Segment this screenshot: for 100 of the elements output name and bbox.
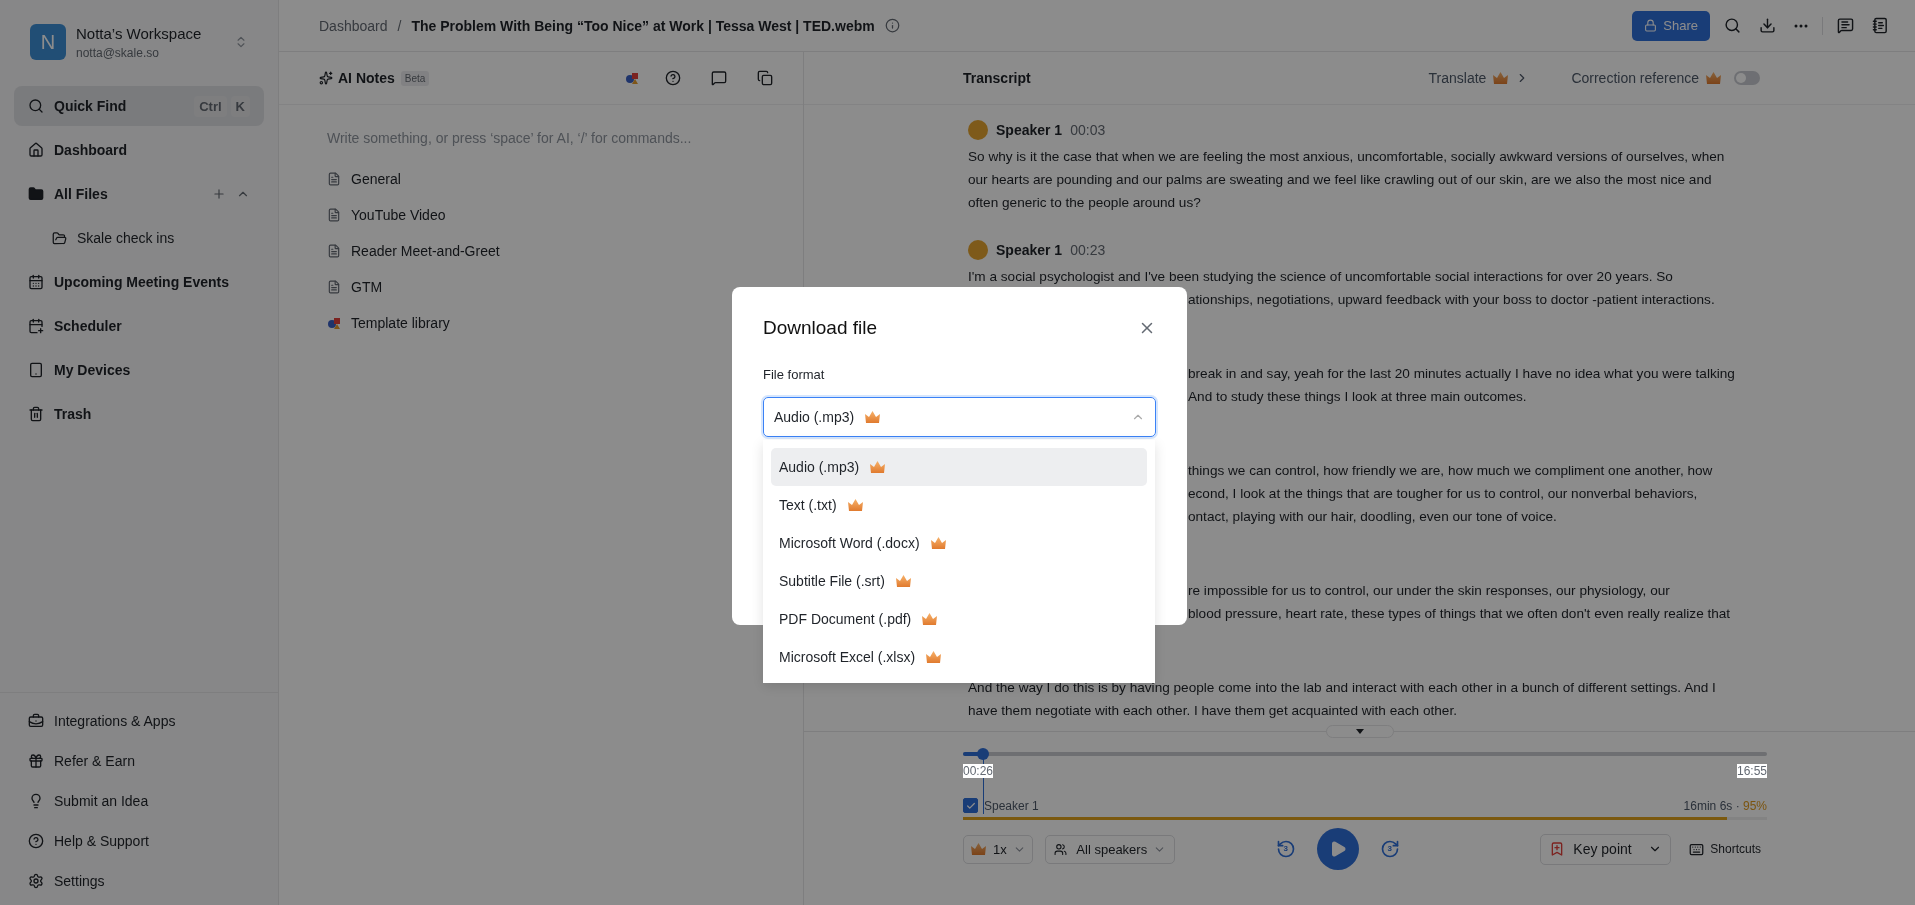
info-icon[interactable] bbox=[884, 18, 900, 33]
nav-item[interactable]: Integrations & Apps bbox=[14, 701, 264, 741]
template-item[interactable]: GTM bbox=[279, 269, 803, 305]
nav-label: Upcoming Meeting Events bbox=[54, 274, 230, 290]
format-option[interactable]: Microsoft Word (.docx) bbox=[771, 524, 1147, 562]
nav-label: Submit an Idea bbox=[54, 793, 149, 809]
notes-title: AI Notes bbox=[338, 70, 395, 86]
transcript-text: ontact, playing with our hair, doodling, even our tone of voice. bbox=[1188, 509, 1557, 524]
nav-item[interactable]: All Files bbox=[14, 174, 264, 214]
transcript-text: have them negotiate with each other. I have them get acquainted with each other. bbox=[968, 703, 1457, 718]
transcript-text: And the way I do this is by having people come into the lab and interact with each other in a bunch of different settings. And I bbox=[968, 680, 1716, 695]
nav-item[interactable]: Help & Support bbox=[14, 821, 264, 861]
document-icon bbox=[327, 172, 341, 186]
correction-label: Correction reference bbox=[1571, 70, 1699, 86]
quick-find-item[interactable]: Quick Find Ctrl K bbox=[14, 86, 264, 126]
document-icon bbox=[327, 280, 341, 294]
gift-icon bbox=[28, 753, 44, 769]
crown-icon bbox=[864, 410, 882, 424]
search-icon bbox=[28, 98, 44, 114]
workspace-avatar: N bbox=[30, 24, 66, 60]
timestamp[interactable]: 00:23 bbox=[1070, 242, 1106, 258]
comment-icon bbox=[1837, 17, 1854, 34]
breadcrumb-link[interactable]: Dashboard bbox=[319, 17, 388, 34]
workspace-name: Notta’s Workspace bbox=[76, 24, 202, 42]
template-label: Template library bbox=[351, 315, 450, 331]
shortcuts-button[interactable]: Shortcuts bbox=[1683, 840, 1767, 858]
nav-subitem[interactable]: Skale check ins bbox=[14, 218, 264, 258]
transcript-text: often generic to the people around us? bbox=[968, 195, 1201, 210]
speaker-avatar bbox=[968, 120, 988, 140]
nav-item[interactable]: Upcoming Meeting Events bbox=[14, 262, 264, 302]
add-icon[interactable] bbox=[212, 187, 226, 201]
calendar-icon bbox=[28, 274, 44, 290]
more-icon bbox=[1794, 23, 1808, 28]
crown-icon bbox=[1492, 71, 1510, 85]
help-icon bbox=[665, 70, 681, 86]
transcript-text: ationships, negotiations, upward feedback with your boss to doctor -patient interactions. bbox=[1188, 292, 1715, 307]
forward-icon bbox=[1379, 839, 1400, 859]
timestamp[interactable]: 00:03 bbox=[1070, 122, 1106, 138]
dialog-title: Download file bbox=[763, 317, 878, 339]
template-library-icon bbox=[327, 316, 341, 330]
format-option[interactable]: Subtitle File (.srt) bbox=[771, 562, 1147, 600]
format-option[interactable]: Audio (.mp3) bbox=[771, 448, 1147, 486]
caret-icon bbox=[1355, 729, 1364, 734]
collapse-button[interactable] bbox=[1325, 725, 1394, 738]
transcript-text: things we can control, how friendly we are, how much we compliment one another, how bbox=[1188, 463, 1713, 478]
template-item[interactable]: General bbox=[279, 161, 803, 197]
nav-label: Settings bbox=[54, 873, 105, 889]
briefcase-icon bbox=[28, 713, 44, 729]
nav-item[interactable]: My Devices bbox=[14, 350, 264, 390]
shortcut-key: K bbox=[230, 95, 250, 117]
nav-label: My Devices bbox=[54, 362, 131, 378]
transcript-text: re impossible for us to control, our under the skin responses, our physiology, our bbox=[1188, 583, 1670, 598]
nav-item[interactable]: Submit an Idea bbox=[14, 781, 264, 821]
document-icon bbox=[327, 208, 341, 222]
speaker-checkbox[interactable] bbox=[963, 798, 978, 813]
share-button[interactable]: Share bbox=[1632, 10, 1710, 41]
speed-button[interactable]: 1x bbox=[963, 834, 1033, 864]
rewind-button[interactable]: 3 bbox=[1274, 838, 1297, 860]
search-icon bbox=[1724, 17, 1741, 34]
nav-item[interactable]: Trash bbox=[14, 394, 264, 434]
nav-label: Trash bbox=[54, 406, 92, 422]
nav-item[interactable]: Refer & Earn bbox=[14, 741, 264, 781]
forward-button[interactable]: 3 bbox=[1378, 838, 1401, 860]
format-option[interactable]: Microsoft Excel (.xlsx) bbox=[771, 638, 1147, 676]
template-label: GTM bbox=[351, 279, 383, 295]
chat-icon bbox=[711, 70, 727, 86]
nav-item[interactable]: Dashboard bbox=[14, 130, 264, 170]
seek-handle[interactable] bbox=[977, 748, 990, 760]
format-option[interactable]: Text (.txt) bbox=[771, 486, 1147, 524]
field-label: File format bbox=[763, 367, 826, 382]
copy-icon bbox=[757, 70, 773, 86]
play-button[interactable] bbox=[1316, 828, 1359, 870]
nav-item[interactable]: Settings bbox=[14, 861, 264, 901]
trash-icon bbox=[28, 406, 44, 422]
template-label: General bbox=[351, 171, 401, 187]
correction-toggle[interactable] bbox=[1734, 71, 1760, 85]
nav-label: Help & Support bbox=[54, 833, 149, 849]
key-point-button[interactable]: Key point bbox=[1540, 833, 1672, 865]
notes-input-field[interactable]: Write something, or press ‘space’ for AI, ‘/’ for commands... bbox=[325, 129, 749, 147]
speaker-duration: 16min 6s · 95% bbox=[1683, 798, 1767, 813]
format-select[interactable]: Audio (.mp3) bbox=[763, 397, 1156, 437]
template-item[interactable]: YouTube Video bbox=[279, 197, 803, 233]
crown-icon bbox=[894, 574, 912, 588]
transcript-text: So why is it the case that when we are feeling the most anxious, uncomfortable, socially awkward versions of ourselves, when bbox=[968, 149, 1725, 164]
transcript-text: blood pressure, heart rate, these types of things that we often don't even really realize that bbox=[1188, 606, 1731, 621]
speakers-button[interactable]: All speakers bbox=[1044, 834, 1176, 864]
calendar-plus-icon bbox=[28, 318, 44, 334]
speaker-avatar bbox=[968, 240, 988, 260]
crown-icon bbox=[929, 536, 947, 550]
translate-link[interactable]: Translate bbox=[1428, 70, 1487, 86]
nav-item[interactable]: Scheduler bbox=[14, 306, 264, 346]
total-time: 16:55 bbox=[1736, 764, 1767, 778]
format-option[interactable]: PDF Document (.pdf) bbox=[771, 600, 1147, 638]
template-item[interactable]: Reader Meet-and-Greet bbox=[279, 233, 803, 269]
folder-icon bbox=[28, 186, 44, 202]
speaker-name: Speaker 1 bbox=[996, 242, 1063, 258]
crown-icon bbox=[970, 842, 987, 856]
crown-icon bbox=[1705, 71, 1722, 85]
template-label: Reader Meet-and-Greet bbox=[351, 243, 500, 259]
folder-icon bbox=[52, 230, 67, 246]
